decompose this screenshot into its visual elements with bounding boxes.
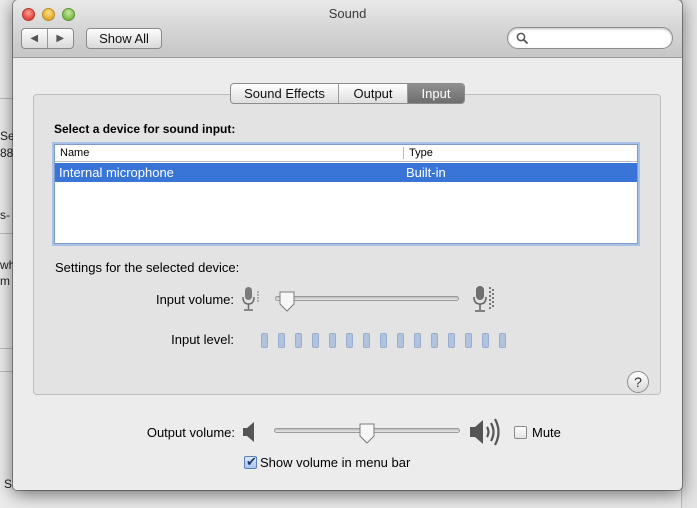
input-level-cell — [465, 333, 472, 348]
tab-output[interactable]: Output — [339, 84, 408, 103]
mute-label: Mute — [532, 425, 561, 440]
background-text: m — [0, 274, 10, 288]
forward-button[interactable]: ▶ — [48, 29, 73, 48]
input-level-cell — [499, 333, 506, 348]
background-text: S — [4, 477, 13, 491]
table-row[interactable]: Internal microphone Built-in — [55, 163, 637, 182]
input-level-label: Input level: — [171, 332, 234, 347]
output-volume-slider-thumb[interactable] — [358, 423, 376, 445]
input-volume-slider-thumb[interactable] — [278, 291, 296, 313]
microphone-high-icon — [473, 286, 494, 312]
checkmark-icon: ✔ — [246, 454, 257, 469]
device-name-cell: Internal microphone — [59, 165, 174, 180]
input-level-cell — [261, 333, 268, 348]
tab-input[interactable]: Input — [408, 84, 464, 103]
input-level-cell — [431, 333, 438, 348]
title-bar[interactable]: Sound ◀ ▶ Show All — [13, 0, 682, 58]
mute-checkbox[interactable] — [514, 426, 527, 439]
input-level-cell — [346, 333, 353, 348]
select-device-heading: Select a device for sound input: — [54, 122, 236, 136]
input-level-cell — [312, 333, 319, 348]
search-icon — [516, 32, 528, 44]
settings-heading: Settings for the selected device: — [55, 260, 240, 275]
input-level-cell — [363, 333, 370, 348]
input-level-cell — [278, 333, 285, 348]
show-all-button[interactable]: Show All — [86, 28, 162, 49]
speaker-high-icon — [470, 418, 500, 446]
divider — [0, 348, 14, 349]
input-level-cell — [414, 333, 421, 348]
input-level-cell — [482, 333, 489, 348]
input-volume-label: Input volume: — [155, 292, 234, 307]
search-field[interactable] — [507, 27, 673, 49]
speaker-low-icon — [243, 422, 254, 442]
input-level-cell — [397, 333, 404, 348]
column-divider — [403, 147, 404, 159]
help-button[interactable]: ? — [627, 371, 649, 393]
window-title: Sound — [328, 6, 367, 21]
divider — [0, 371, 14, 372]
column-header-type[interactable]: Type — [409, 147, 433, 159]
tab-bar: Sound Effects Output Input — [230, 83, 465, 104]
back-forward-group: ◀ ▶ — [21, 28, 74, 49]
back-button[interactable]: ◀ — [22, 29, 48, 48]
background-text: s- — [0, 208, 10, 222]
input-level-cell — [329, 333, 336, 348]
input-level-cell — [448, 333, 455, 348]
help-icon: ? — [634, 374, 642, 390]
chevron-left-icon: ◀ — [30, 33, 39, 44]
output-volume-label: Output volume: — [146, 425, 235, 440]
table-header: Name Type — [55, 145, 637, 162]
search-input[interactable] — [532, 30, 666, 46]
column-header-name[interactable]: Name — [60, 147, 89, 159]
device-type-cell: Built-in — [406, 165, 446, 180]
input-device-table[interactable]: Name Type Internal microphone Built-in — [54, 144, 638, 244]
background-window-edge — [681, 0, 697, 508]
input-level-cell — [295, 333, 302, 348]
tab-sound-effects[interactable]: Sound Effects — [231, 84, 339, 103]
chevron-right-icon: ▶ — [56, 33, 65, 44]
show-volume-label: Show volume in menu bar — [260, 455, 411, 470]
divider — [0, 98, 14, 99]
input-level-cell — [380, 333, 387, 348]
input-volume-slider-track[interactable] — [275, 296, 459, 301]
microphone-low-icon — [242, 287, 259, 311]
background-text: 88 — [0, 146, 14, 160]
show-volume-checkbox[interactable]: ✔ — [244, 454, 257, 469]
sound-preferences-window: Sound ◀ ▶ Show All Sound Effects Output … — [13, 0, 682, 490]
tab-panel — [33, 94, 661, 395]
divider — [0, 233, 14, 234]
